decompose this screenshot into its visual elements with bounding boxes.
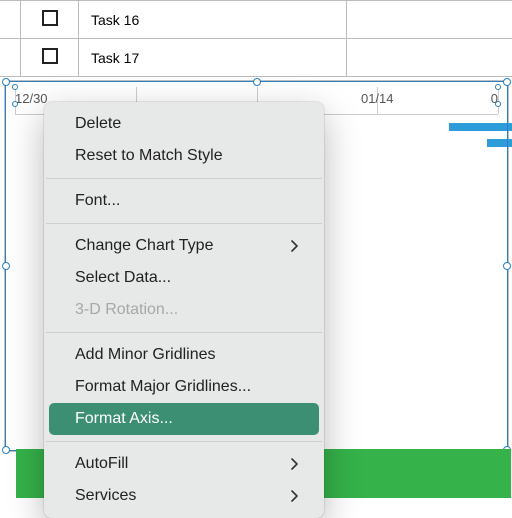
table-row: Task 16 (0, 1, 512, 39)
row-number-cell (0, 39, 21, 77)
task-table: Task 16 Task 17 (0, 0, 512, 77)
menu-change-chart-type[interactable]: Change Chart Type (49, 230, 319, 262)
chevron-right-icon (290, 240, 299, 252)
task-name-cell[interactable]: Task 17 (79, 39, 347, 77)
menu-separator (46, 332, 322, 333)
menu-format-major-gridlines[interactable]: Format Major Gridlines... (49, 371, 319, 403)
chevron-right-icon (290, 490, 299, 502)
task-rest-cell[interactable] (347, 1, 512, 39)
menu-add-minor-gridlines[interactable]: Add Minor Gridlines (49, 339, 319, 371)
row-number-cell (0, 1, 21, 39)
chevron-right-icon (290, 458, 299, 470)
menu-delete[interactable]: Delete (49, 108, 319, 140)
task-name-cell[interactable]: Task 16 (79, 1, 347, 39)
checkbox-icon[interactable] (42, 48, 58, 64)
menu-reset-to-match-style[interactable]: Reset to Match Style (49, 140, 319, 172)
checkbox-cell[interactable] (21, 1, 79, 39)
gantt-bar[interactable] (487, 139, 512, 147)
menu-services[interactable]: Services (49, 480, 319, 512)
menu-3d-rotation: 3-D Rotation... (49, 294, 319, 326)
gantt-bar[interactable] (449, 123, 512, 131)
menu-autofill[interactable]: AutoFill (49, 448, 319, 480)
menu-font[interactable]: Font... (49, 185, 319, 217)
menu-separator (46, 178, 322, 179)
checkbox-cell[interactable] (21, 39, 79, 77)
checkbox-icon[interactable] (42, 10, 58, 26)
menu-separator (46, 223, 322, 224)
menu-select-data[interactable]: Select Data... (49, 262, 319, 294)
task-rest-cell[interactable] (347, 39, 512, 77)
menu-format-axis[interactable]: Format Axis... (49, 403, 319, 435)
table-row: Task 17 (0, 39, 512, 77)
context-menu: Delete Reset to Match Style Font... Chan… (44, 102, 324, 518)
menu-separator (46, 441, 322, 442)
